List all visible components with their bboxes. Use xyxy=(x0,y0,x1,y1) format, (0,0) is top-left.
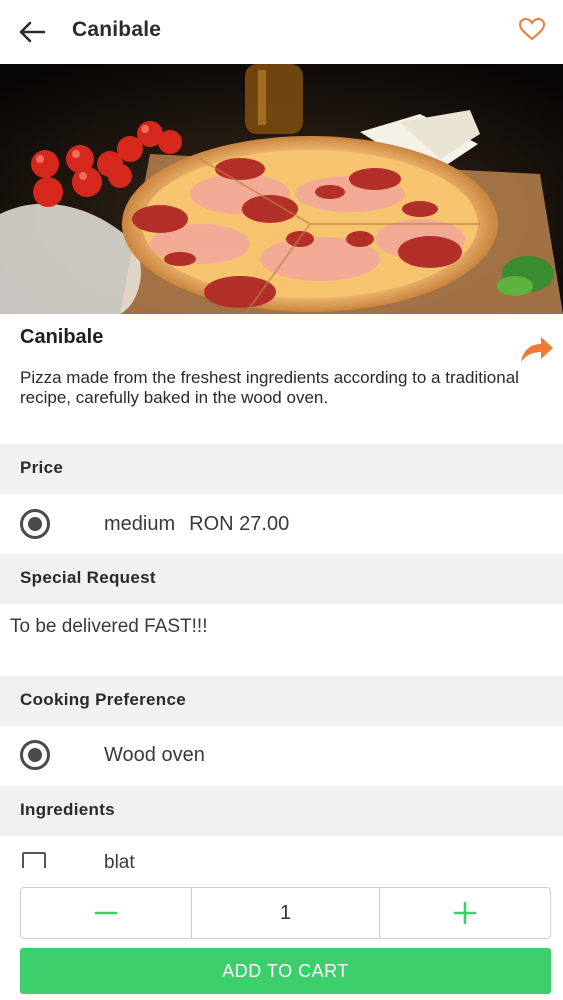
add-to-cart-button[interactable]: ADD TO CART xyxy=(20,948,551,994)
price-section-header: Price xyxy=(0,444,563,494)
special-request-text: To be delivered FAST!!! xyxy=(10,616,208,637)
decrease-quantity-button[interactable] xyxy=(21,888,191,938)
arrow-left-icon xyxy=(19,21,46,43)
special-request-header: Special Request xyxy=(0,554,563,604)
heart-outline-icon xyxy=(518,17,546,41)
product-image xyxy=(0,64,563,314)
price-option-label: medium RON 27.00 xyxy=(104,513,289,536)
ingredients-section-title: Ingredients xyxy=(20,800,115,819)
increase-quantity-button[interactable] xyxy=(380,888,550,938)
cooking-section-title: Cooking Preference xyxy=(20,690,187,709)
quantity-stepper: 1 xyxy=(20,887,551,939)
size-label: medium xyxy=(104,513,176,535)
back-button[interactable] xyxy=(14,14,50,50)
ingredients-section-header: Ingredients xyxy=(0,786,563,836)
cooking-section-header: Cooking Preference xyxy=(0,676,563,726)
quantity-value[interactable]: 1 xyxy=(191,888,380,938)
minus-icon xyxy=(94,911,118,915)
product-info: Canibale Pizza made from the freshest in… xyxy=(0,314,563,444)
cooking-option-label: Wood oven xyxy=(104,744,205,766)
product-description: Pizza made from the freshest ingredients… xyxy=(20,368,519,407)
bottom-bar: 1 ADD TO CART xyxy=(0,868,563,1000)
special-request-row[interactable]: To be delivered FAST!!! xyxy=(0,604,563,676)
price-radio[interactable] xyxy=(20,509,50,539)
page-title: Canibale xyxy=(72,18,162,41)
share-button[interactable] xyxy=(517,332,557,366)
price-value: RON 27.00 xyxy=(189,513,290,535)
price-section-title: Price xyxy=(20,458,64,477)
price-option-row[interactable]: medium RON 27.00 xyxy=(0,494,563,554)
special-request-title: Special Request xyxy=(20,568,156,587)
cooking-option-row[interactable]: Wood oven xyxy=(0,726,563,786)
app-header: Canibale xyxy=(0,0,563,64)
plus-icon xyxy=(453,901,477,925)
share-arrow-icon xyxy=(521,337,553,362)
favorite-button[interactable] xyxy=(517,14,547,44)
product-name: Canibale xyxy=(20,326,104,348)
cooking-radio[interactable] xyxy=(20,740,50,770)
